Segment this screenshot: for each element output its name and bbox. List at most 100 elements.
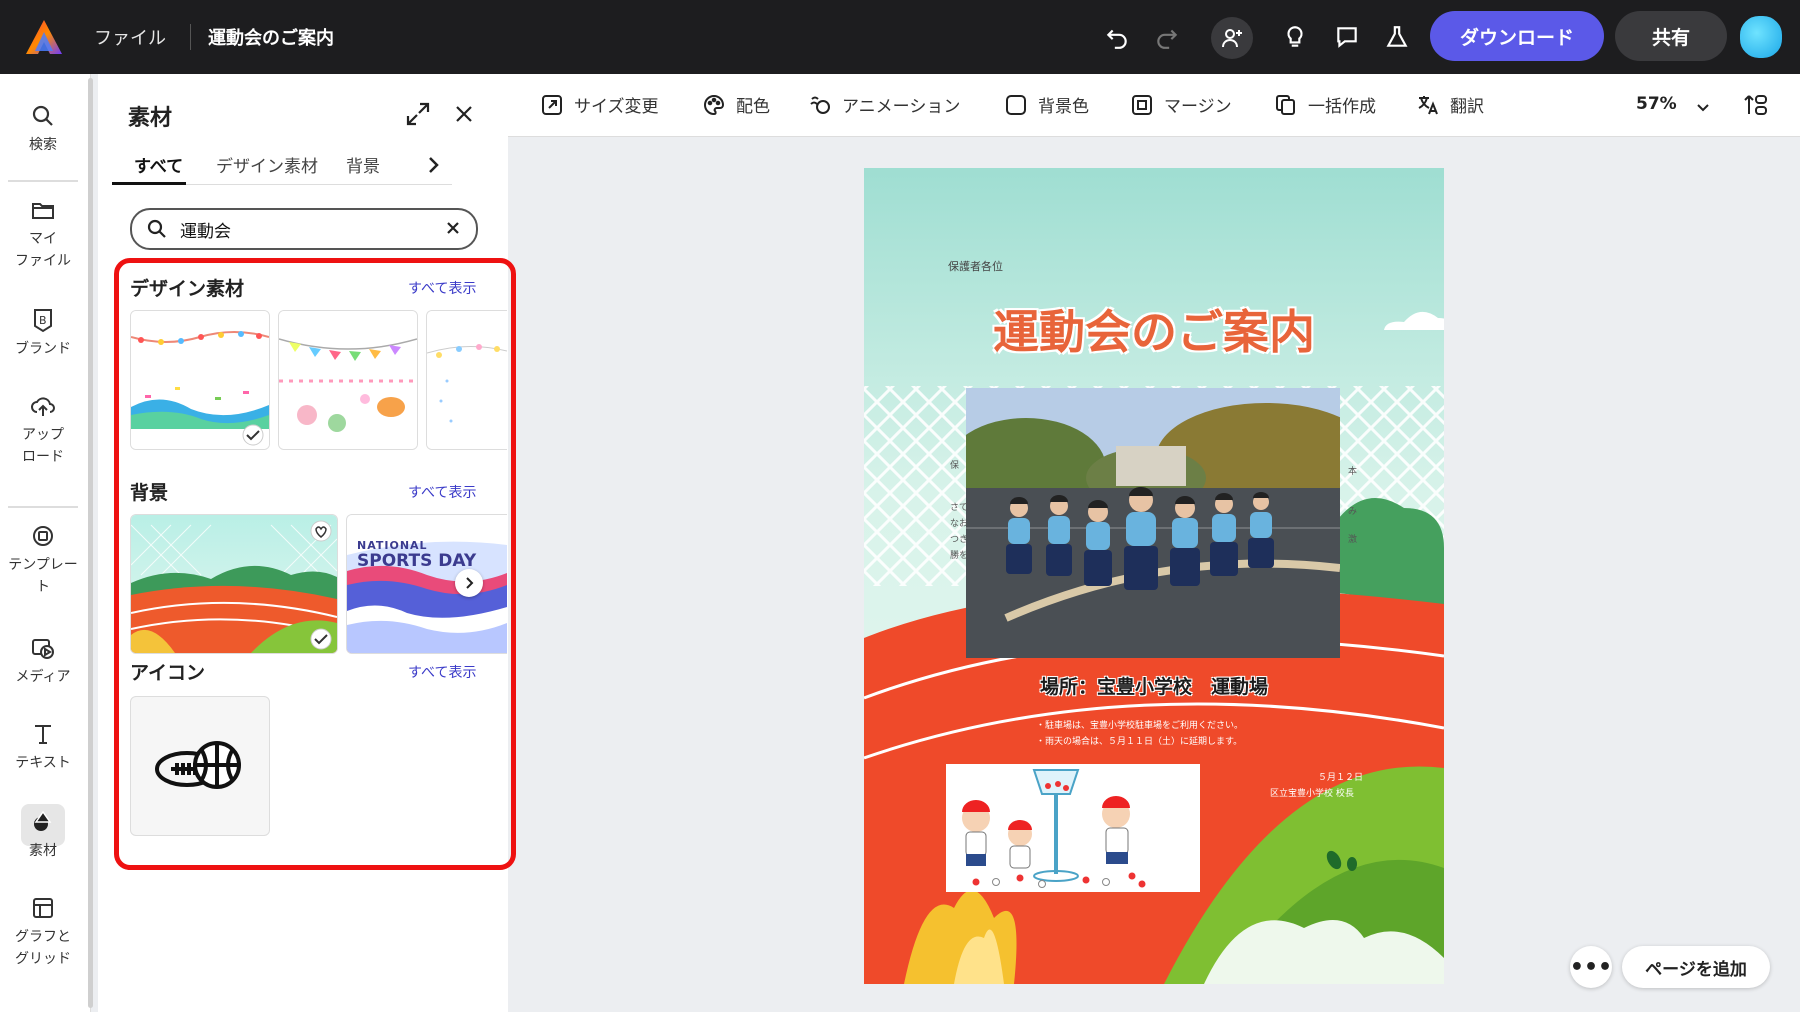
signature-text[interactable]: 区立宝豊小学校 校長 xyxy=(1270,786,1354,799)
notes[interactable]: ・駐車場は、宝豊小学校駐車場をご利用ください。 ・雨天の場合は、５月１１日（土）… xyxy=(1036,718,1243,750)
rail-item-media[interactable]: メディア xyxy=(0,634,86,688)
template-icon xyxy=(33,526,53,546)
headline[interactable]: 運動会のご案内 xyxy=(864,296,1444,362)
animation-button[interactable]: アニメーション xyxy=(808,92,960,117)
invite-user-icon[interactable] xyxy=(1211,17,1253,59)
shapes-icon xyxy=(34,810,52,831)
zoom-level[interactable]: 57% xyxy=(1636,94,1677,114)
avatar[interactable] xyxy=(1738,14,1784,60)
background-thumb-1[interactable] xyxy=(130,514,338,654)
tug-of-war-image xyxy=(966,388,1340,658)
resize-icon xyxy=(542,94,562,115)
search-icon xyxy=(32,105,53,126)
clear-search-icon[interactable] xyxy=(446,221,460,235)
background-color-button[interactable]: 背景色 xyxy=(1004,92,1089,117)
rail-label: 素材 xyxy=(29,843,57,859)
expand-icon[interactable] xyxy=(404,100,432,128)
children-ball-toss-image xyxy=(962,769,1146,888)
rail-label: メディア xyxy=(15,669,71,685)
side-text-line: み xyxy=(1348,507,1358,517)
resize-button[interactable]: サイズ変更 xyxy=(540,92,659,117)
rail-item-upload[interactable]: アップ ロード xyxy=(0,392,86,468)
side-text-line: 保 xyxy=(950,461,960,471)
tab-all[interactable]: すべて xyxy=(134,152,183,177)
background-color-label: 背景色 xyxy=(1038,97,1089,117)
margin-label: マージン xyxy=(1164,97,1232,117)
rail-item-my-files[interactable]: マイ ファイル xyxy=(0,196,86,272)
palette-icon xyxy=(704,94,725,115)
share-button[interactable]: 共有 xyxy=(1615,11,1727,61)
design-element-thumb-1[interactable] xyxy=(130,310,270,450)
rail-item-text[interactable]: テキスト xyxy=(0,720,86,774)
tab-backgrounds[interactable]: 背景 xyxy=(346,152,380,177)
bulk-create-button[interactable]: 一括作成 xyxy=(1274,92,1376,117)
checkbox-icon xyxy=(1006,94,1026,115)
design-element-thumb-3[interactable] xyxy=(426,310,507,450)
download-button[interactable]: ダウンロード xyxy=(1430,11,1604,61)
side-text-line: 勝を xyxy=(950,551,969,561)
media-icon xyxy=(32,639,54,659)
section-title-icons: アイコン xyxy=(130,662,206,684)
color-scheme-button[interactable]: 配色 xyxy=(702,92,770,117)
add-page-button[interactable]: ページを追加 xyxy=(1622,946,1770,988)
bulk-create-icon xyxy=(1276,94,1295,115)
document-page[interactable]: 保護者各位 運動会のご案内 保 さて なお つき 勝を 本 み 激 場所：宝豊小… xyxy=(864,168,1444,984)
rail-item-elements[interactable]: 素材 xyxy=(0,808,86,862)
rail-item-grids[interactable]: グラフと グリッド xyxy=(0,894,86,970)
sports-balls-icon xyxy=(155,741,241,789)
rail-item-templates[interactable]: テンプレー ト xyxy=(0,522,86,598)
note-line: ・駐車場は、宝豊小学校駐車場をご利用ください。 xyxy=(1036,721,1244,731)
undo-icon[interactable] xyxy=(1100,20,1134,54)
svg-text:B: B xyxy=(39,314,47,327)
translate-button[interactable]: 翻訳 xyxy=(1416,92,1484,117)
chevron-down-icon[interactable] xyxy=(1694,98,1712,116)
comment-icon[interactable] xyxy=(1330,20,1364,54)
venue-text[interactable]: 場所：宝豊小学校 運動場 xyxy=(864,672,1444,699)
section-title-backgrounds: 背景 xyxy=(130,482,169,504)
rail-scrollbar[interactable] xyxy=(88,78,93,1008)
note-line: ・雨天の場合は、５月１１日（土）に延期します。 xyxy=(1036,737,1243,747)
layers-settings-icon[interactable] xyxy=(1744,92,1770,118)
date-text[interactable]: ５月１２日 xyxy=(1318,770,1363,783)
rail-item-search[interactable]: 検索 xyxy=(0,102,86,156)
search-icon xyxy=(147,219,166,238)
carousel-next-button[interactable] xyxy=(455,569,483,597)
adobe-express-logo[interactable] xyxy=(24,18,64,56)
icon-thumb-sports[interactable] xyxy=(130,696,270,836)
folder-icon xyxy=(32,203,54,219)
divider xyxy=(190,24,191,50)
grid-icon xyxy=(33,898,53,918)
search-input[interactable] xyxy=(178,216,432,242)
rail-item-brand[interactable]: B ブランド xyxy=(0,306,86,360)
design-element-thumb-2[interactable] xyxy=(278,310,418,450)
section-title-design-elements: デザイン素材 xyxy=(130,278,245,300)
rail-label: テキスト xyxy=(15,755,71,771)
rail-label: 検索 xyxy=(29,137,57,153)
more-options-button[interactable]: ••• xyxy=(1570,946,1612,988)
garland-confetti-image xyxy=(131,311,269,449)
redo-icon[interactable] xyxy=(1150,20,1184,54)
document-title[interactable]: 運動会のご案内 xyxy=(208,24,334,50)
garland-image xyxy=(427,311,507,449)
background-thumb-2[interactable]: NATIONAL SPORTS DAY xyxy=(346,514,507,654)
side-text-right: 本 み 激 xyxy=(1348,458,1357,554)
tab-design-elements[interactable]: デザイン素材 xyxy=(216,152,318,177)
panel-title: 素材 xyxy=(128,106,173,131)
top-bar: ファイル 運動会のご案内 ダウンロード 共有 xyxy=(0,0,1800,74)
margin-icon xyxy=(1132,94,1152,115)
side-text-line: 本 xyxy=(1348,467,1358,477)
margin-button[interactable]: マージン xyxy=(1130,92,1232,117)
chevron-right-icon xyxy=(466,577,474,589)
addressee[interactable]: 保護者各位 xyxy=(948,258,1003,274)
lightbulb-icon[interactable] xyxy=(1278,20,1312,54)
see-all-design-elements[interactable]: すべて表示 xyxy=(408,278,476,298)
sports-day-banner-image xyxy=(347,515,507,653)
chevron-right-icon[interactable] xyxy=(422,154,444,176)
see-all-backgrounds[interactable]: すべて表示 xyxy=(408,482,476,502)
tug-of-war-photo[interactable] xyxy=(966,388,1340,658)
ball-toss-illustration[interactable] xyxy=(946,764,1200,892)
flask-icon[interactable] xyxy=(1380,20,1414,54)
see-all-icons[interactable]: すべて表示 xyxy=(408,662,476,682)
close-icon[interactable] xyxy=(450,100,478,128)
file-menu[interactable]: ファイル xyxy=(94,24,166,50)
